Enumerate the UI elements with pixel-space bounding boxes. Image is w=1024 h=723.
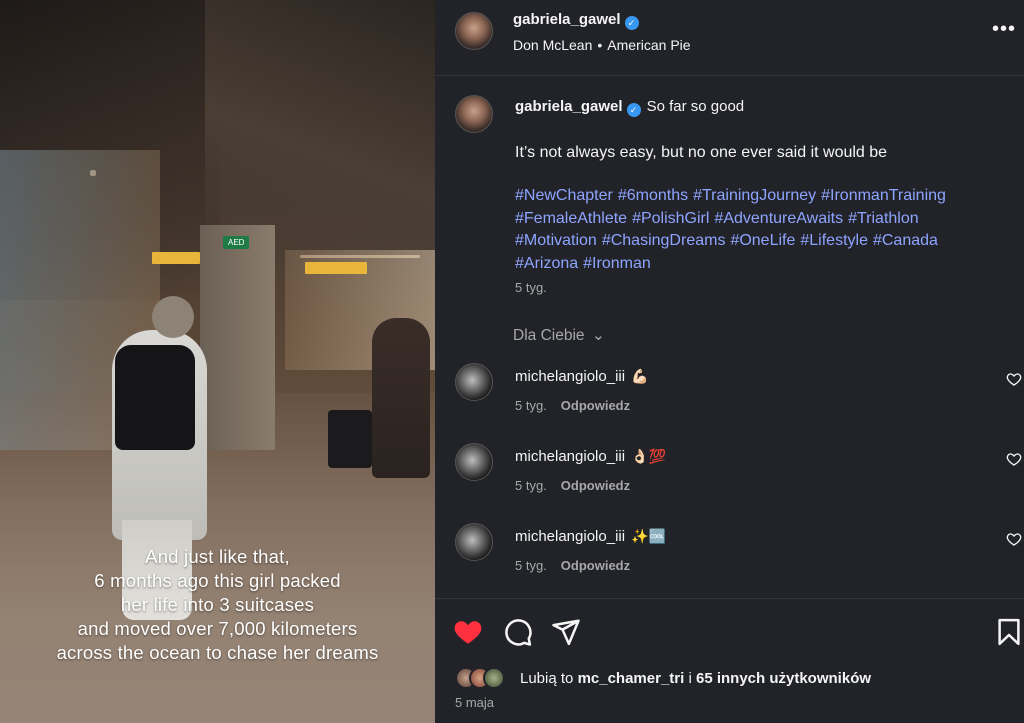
gate-sign bbox=[305, 262, 367, 274]
verified-badge-icon: ✓ bbox=[624, 16, 639, 30]
hashtag-link[interactable]: #Ironman bbox=[583, 255, 651, 272]
reply-button[interactable]: Odpowiedz bbox=[561, 558, 630, 573]
caption-username: gabriela_gawel ✓ So far so good bbox=[515, 98, 744, 117]
avatar[interactable] bbox=[483, 667, 505, 689]
hashtag-link[interactable]: #NewChapter bbox=[515, 187, 613, 204]
audio-artist[interactable]: Don McLean bbox=[513, 37, 592, 53]
comment-text: michelangiolo_iii 👌🏻💯 bbox=[515, 448, 666, 465]
hashtag-link[interactable]: #TrainingJourney bbox=[693, 187, 816, 204]
likes-prefix: Lubią to bbox=[520, 670, 574, 687]
avatar[interactable] bbox=[455, 95, 493, 133]
hashtag-link[interactable]: #ChasingDreams bbox=[602, 232, 726, 249]
comment-time[interactable]: 5 tyg. bbox=[515, 558, 547, 573]
bookmark-icon[interactable] bbox=[994, 617, 1024, 647]
comment-meta: 5 tyg. Odpowiedz bbox=[515, 558, 630, 573]
audio-track-name[interactable]: American Pie bbox=[607, 37, 690, 53]
terminal-pillar bbox=[200, 225, 275, 450]
rolling-suitcase bbox=[328, 410, 372, 468]
comment-text: michelangiolo_iii ✨🆒 bbox=[515, 528, 666, 545]
caption-title: So far so good bbox=[646, 98, 745, 115]
hashtag-list: #NewChapter #6months #TrainingJourney #Iron… bbox=[515, 185, 1015, 275]
hashtag-link[interactable]: #6months bbox=[618, 187, 688, 204]
comment-emoji: 👌🏻💯 bbox=[631, 448, 666, 464]
traveler-head bbox=[152, 296, 194, 338]
hashtag-link[interactable]: #Canada bbox=[873, 232, 938, 249]
reply-button[interactable]: Odpowiedz bbox=[561, 478, 630, 493]
avatar[interactable] bbox=[455, 12, 493, 50]
heart-outline-icon[interactable] bbox=[1006, 531, 1022, 547]
overlay-line: her life into 3 suitcases bbox=[120, 594, 315, 615]
comment-time[interactable]: 5 tyg. bbox=[515, 398, 547, 413]
hashtag-link[interactable]: #AdventureAwaits bbox=[714, 210, 843, 227]
gate-sign bbox=[152, 252, 200, 264]
post-actions bbox=[435, 598, 1024, 723]
liked-by-username[interactable]: mc_chamer_tri bbox=[578, 670, 685, 687]
comment-username[interactable]: michelangiolo_iii bbox=[515, 448, 625, 465]
overlay-line: across the ocean to chase her dreams bbox=[56, 642, 379, 663]
comment-meta: 5 tyg. Odpowiedz bbox=[515, 398, 630, 413]
post-media[interactable]: AED And just like that, 6 months ago thi… bbox=[0, 0, 435, 723]
comment-icon[interactable] bbox=[503, 617, 533, 647]
username-text[interactable]: gabriela_gawel bbox=[515, 98, 623, 115]
avatar[interactable] bbox=[455, 443, 493, 481]
username-text[interactable]: gabriela_gawel bbox=[513, 11, 621, 28]
reply-button[interactable]: Odpowiedz bbox=[561, 398, 630, 413]
comment-text: michelangiolo_iii 💪🏻 bbox=[515, 368, 649, 385]
verified-badge-icon: ✓ bbox=[626, 103, 641, 117]
header-username[interactable]: gabriela_gawel ✓ bbox=[513, 11, 639, 30]
more-options-icon[interactable]: ••• bbox=[992, 18, 1016, 41]
hashtag-link[interactable]: #PolishGirl bbox=[632, 210, 709, 227]
hashtag-link[interactable]: #Lifestyle bbox=[800, 232, 868, 249]
comment-meta: 5 tyg. Odpowiedz bbox=[515, 478, 630, 493]
comment-emoji: 💪🏻 bbox=[631, 368, 649, 384]
backpack bbox=[115, 345, 195, 450]
hashtag-link[interactable]: #FemaleAthlete bbox=[515, 210, 627, 227]
hashtag-link[interactable]: #OneLife bbox=[730, 232, 795, 249]
overlay-line: 6 months ago this girl packed bbox=[94, 570, 341, 591]
caption-body: It’s not always easy, but no one ever sa… bbox=[515, 144, 888, 161]
hashtag-link[interactable]: #IronmanTraining bbox=[821, 187, 946, 204]
comment-emoji: ✨🆒 bbox=[631, 528, 666, 544]
video-text-overlay: And just like that, 6 months ago this gi… bbox=[0, 545, 435, 665]
heart-outline-icon[interactable] bbox=[1006, 451, 1022, 467]
hashtag-link[interactable]: #Arizona bbox=[515, 255, 578, 272]
chevron-down-icon[interactable]: ⌄ bbox=[592, 327, 605, 344]
aed-sign: AED bbox=[223, 236, 250, 249]
overlay-line: and moved over 7,000 kilometers bbox=[77, 618, 358, 639]
share-icon[interactable] bbox=[551, 617, 581, 647]
caption-timestamp[interactable]: 5 tyg. bbox=[515, 280, 547, 295]
avatar[interactable] bbox=[455, 363, 493, 401]
walking-woman bbox=[372, 318, 430, 478]
audio-separator: • bbox=[597, 37, 603, 53]
heart-outline-icon[interactable] bbox=[1006, 371, 1022, 387]
likes-summary: Lubią to mc_chamer_tri i 65 innych użytk… bbox=[520, 670, 871, 687]
hashtag-link[interactable]: #Motivation bbox=[515, 232, 597, 249]
comment-username[interactable]: michelangiolo_iii bbox=[515, 528, 625, 545]
likes-connector: i bbox=[688, 670, 692, 687]
comment-time[interactable]: 5 tyg. bbox=[515, 478, 547, 493]
avatar[interactable] bbox=[455, 523, 493, 561]
post-side-panel: gabriela_gawel ✓ Don McLean • American Pie … bbox=[435, 0, 1024, 723]
comments-sort-dropdown[interactable]: Dla Ciebie ⌄ bbox=[513, 326, 605, 345]
overlay-line: And just like that, bbox=[145, 546, 290, 567]
comment-item: michelangiolo_iii ✨🆒 5 tyg. Odpowiedz bbox=[435, 523, 1024, 593]
liked-by-others[interactable]: 65 innych użytkowników bbox=[696, 670, 871, 687]
comment-item: michelangiolo_iii 💪🏻 5 tyg. Odpowiedz bbox=[435, 363, 1024, 433]
post-date[interactable]: 5 maja bbox=[455, 695, 494, 710]
sort-label[interactable]: Dla Ciebie bbox=[513, 327, 585, 344]
post-header: gabriela_gawel ✓ Don McLean • American Pie … bbox=[435, 0, 1024, 76]
audio-track[interactable]: Don McLean • American Pie bbox=[513, 37, 691, 53]
hashtag-link[interactable]: #Triathlon bbox=[848, 210, 919, 227]
comment-username[interactable]: michelangiolo_iii bbox=[515, 368, 625, 385]
comment-item: michelangiolo_iii 👌🏻💯 5 tyg. Odpowiedz bbox=[435, 443, 1024, 513]
heart-filled-icon[interactable] bbox=[453, 617, 483, 647]
